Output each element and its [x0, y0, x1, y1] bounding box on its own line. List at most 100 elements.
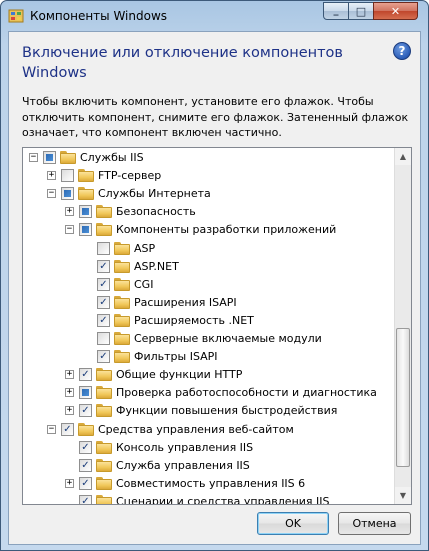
feature-checkbox[interactable]: ✓ — [97, 277, 110, 291]
expand-icon[interactable]: + — [65, 388, 74, 398]
minimize-button[interactable]: _ — [323, 2, 349, 20]
tree-item[interactable]: ✓ Служба управления IIS — [23, 457, 393, 475]
help-icon[interactable]: ? — [393, 42, 411, 60]
expand-icon[interactable]: + — [65, 406, 74, 416]
tree-item-label: Компоненты разработки приложений — [116, 223, 337, 237]
tree-item[interactable]: − Службы Интернета — [23, 185, 393, 203]
tree-item-label: Расширяемость .NET — [134, 313, 254, 327]
feature-checkbox[interactable]: ✓ — [97, 350, 110, 364]
folder-icon — [96, 440, 112, 454]
expand-icon[interactable]: + — [47, 171, 56, 181]
tree-item[interactable]: + ✓ Функции повышения быстродействия — [23, 402, 393, 420]
feature-checkbox[interactable]: ✓ — [79, 494, 92, 504]
folder-icon — [78, 169, 94, 183]
tree-item[interactable]: + ✓ Совместимость управления IIS 6 — [23, 475, 393, 493]
tree-item[interactable]: ✓ ASP.NET — [23, 258, 393, 276]
vertical-scrollbar[interactable]: ▲ ▼ — [394, 148, 411, 504]
tree-item-label: Службы Интернета — [98, 187, 211, 201]
collapse-icon[interactable]: − — [65, 225, 74, 235]
feature-checkbox[interactable] — [79, 205, 92, 219]
close-button[interactable]: ✕ — [373, 2, 418, 20]
maximize-button[interactable]: □ — [348, 2, 374, 20]
expand-icon[interactable]: + — [65, 478, 74, 488]
tree-item-label: ASP — [134, 241, 156, 255]
tree-item[interactable]: + ✓ Общие функции HTTP — [23, 366, 393, 384]
ok-button[interactable]: OK — [257, 512, 329, 535]
feature-checkbox[interactable]: ✓ — [79, 404, 92, 418]
cancel-button[interactable]: Отмена — [338, 512, 411, 535]
folder-icon — [78, 422, 94, 436]
folder-icon — [60, 151, 76, 164]
window-frame: Компоненты Windows _ □ ✕ Включение или о… — [0, 0, 429, 551]
feature-checkbox[interactable]: ✓ — [97, 295, 110, 309]
expand-icon[interactable]: + — [65, 370, 74, 380]
folder-icon — [114, 241, 130, 255]
feature-checkbox[interactable]: ✓ — [79, 440, 92, 454]
tree-item[interactable]: + Проверка работоспособности и диагностик… — [23, 384, 393, 402]
feature-checkbox[interactable] — [61, 187, 74, 201]
expand-icon[interactable]: + — [65, 207, 74, 217]
tree-item[interactable]: ✓ Консоль управления IIS — [23, 439, 393, 457]
dialog-content: Включение или отключение компонентов Win… — [8, 31, 421, 545]
feature-checkbox[interactable] — [79, 386, 92, 400]
folder-icon — [96, 368, 112, 382]
feature-checkbox[interactable] — [97, 332, 110, 345]
tree-item-label: Средства управления веб-сайтом — [98, 422, 294, 436]
tree-item-label: Проверка работоспособности и диагностика — [116, 386, 377, 400]
folder-icon — [96, 386, 112, 400]
collapse-icon[interactable]: − — [29, 153, 38, 162]
minimize-icon: _ — [333, 5, 339, 16]
maximize-icon: □ — [355, 4, 367, 18]
window-title: Компоненты Windows — [30, 9, 168, 23]
tree-item[interactable]: ✓ Расширения ISAPI — [23, 294, 393, 312]
folder-icon — [114, 277, 130, 291]
folder-icon — [96, 476, 112, 490]
tree-item-label: Службы IIS — [80, 151, 144, 164]
tree-item[interactable]: ✓ CGI — [23, 276, 393, 294]
tree-item[interactable]: − Службы IIS — [23, 149, 393, 167]
windows-features-icon — [8, 9, 24, 23]
tree-item-label: Общие функции HTTP — [116, 368, 243, 382]
scroll-up-button[interactable]: ▲ — [395, 148, 411, 165]
dialog-description: Чтобы включить компонент, установите его… — [22, 95, 409, 139]
tree-item-label: Расширения ISAPI — [134, 295, 237, 309]
tree-item-label: Серверные включаемые модули — [134, 332, 322, 345]
tree-item[interactable]: + FTP-сервер — [23, 167, 393, 185]
tree-item-label: Совместимость управления IIS 6 — [116, 476, 306, 490]
tree-item-label: Фильтры ISAPI — [134, 350, 218, 364]
feature-checkbox[interactable]: ✓ — [79, 458, 92, 472]
feature-checkbox[interactable] — [61, 169, 74, 183]
folder-icon — [78, 187, 94, 201]
folder-icon — [96, 223, 112, 237]
collapse-icon[interactable]: − — [47, 189, 56, 199]
feature-checkbox[interactable] — [79, 223, 92, 237]
scroll-thumb[interactable] — [396, 328, 410, 467]
tree-item[interactable]: ASP — [23, 240, 393, 258]
feature-checkbox[interactable]: ✓ — [61, 422, 74, 436]
feature-checkbox[interactable]: ✓ — [97, 259, 110, 273]
title-bar[interactable]: Компоненты Windows _ □ ✕ — [1, 1, 428, 31]
feature-checkbox[interactable]: ✓ — [97, 313, 110, 327]
folder-icon — [96, 458, 112, 472]
feature-checkbox[interactable] — [43, 151, 56, 164]
tree-item[interactable]: + Безопасность — [23, 203, 393, 221]
collapse-icon[interactable]: − — [47, 424, 56, 434]
tree-item[interactable]: Серверные включаемые модули — [23, 330, 393, 348]
tree-item[interactable]: − ✓ Средства управления веб-сайтом — [23, 421, 393, 439]
tree-item[interactable]: ✓ Фильтры ISAPI — [23, 348, 393, 366]
tree-item[interactable]: ✓ Расширяемость .NET — [23, 312, 393, 330]
folder-icon — [96, 205, 112, 219]
features-tree[interactable]: ✓ Сценарии и средства управления IIS + ✓ Сов… — [22, 147, 412, 505]
feature-checkbox[interactable] — [97, 241, 110, 255]
tree-item-label: CGI — [134, 277, 154, 291]
scroll-down-button[interactable]: ▼ — [395, 487, 411, 504]
feature-checkbox[interactable]: ✓ — [79, 368, 92, 382]
folder-icon — [114, 295, 130, 309]
tree-item[interactable]: ✓ Сценарии и средства управления IIS — [23, 493, 393, 504]
tree-item-label: Безопасность — [116, 205, 196, 219]
feature-checkbox[interactable]: ✓ — [79, 476, 92, 490]
folder-icon — [114, 259, 130, 273]
close-icon: ✕ — [390, 4, 401, 18]
tree-item[interactable]: − Компоненты разработки приложений — [23, 221, 393, 239]
folder-icon — [96, 404, 112, 418]
